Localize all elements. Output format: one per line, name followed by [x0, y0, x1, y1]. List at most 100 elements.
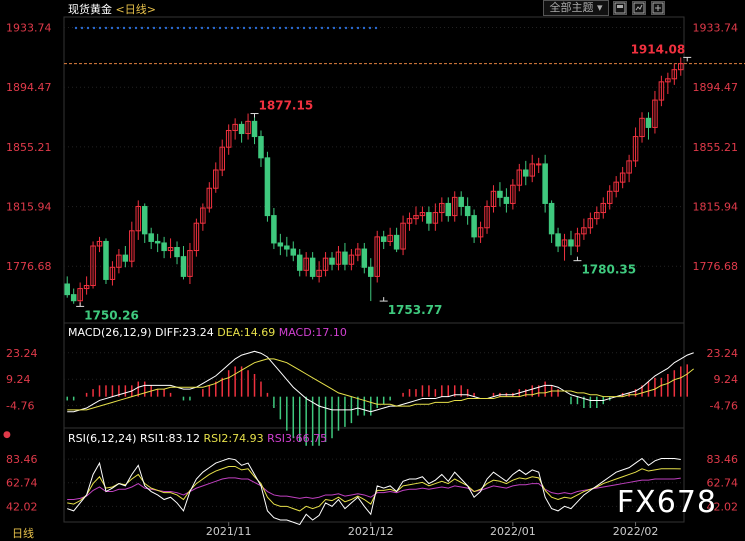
candle-down	[542, 163, 548, 204]
macd-axis-left-label: 23.24	[6, 347, 38, 360]
price-axis-left-label: 1815.94	[6, 201, 52, 214]
event-marker-dot	[152, 26, 156, 30]
candle-down	[393, 234, 400, 250]
panel-toggle-icon[interactable]	[613, 1, 627, 15]
candle-down	[368, 266, 374, 277]
event-marker-dot	[122, 26, 126, 30]
candle-down	[64, 283, 70, 296]
x-axis-label: 2021/11	[206, 525, 252, 538]
price-axis-left-label: 1855.21	[6, 141, 52, 154]
instrument-name: 现货黄金	[68, 3, 112, 16]
candle-down	[154, 240, 161, 244]
candle-down	[555, 233, 561, 247]
event-marker-dot	[368, 26, 372, 30]
candle-down	[277, 242, 284, 247]
event-marker-dot	[326, 26, 330, 30]
macd-legend: MACD(26,12,9) DIFF:23.24 DEA:14.69 MACD:…	[68, 326, 347, 339]
event-marker-dot	[296, 26, 300, 30]
candle-down	[70, 294, 77, 302]
candle-down	[271, 215, 277, 244]
rsi-name: RSI(6,12,24)	[68, 432, 137, 445]
macd-value: MACD:17.10	[278, 326, 347, 339]
candle-down	[471, 215, 477, 238]
candle-down	[122, 254, 129, 262]
event-marker-dot	[110, 26, 114, 30]
rsi1-line	[67, 457, 681, 526]
rsi-settings-icon[interactable]: ●	[3, 430, 11, 440]
rsi-axis-left-label: 42.02	[6, 500, 38, 513]
rsi2-line	[67, 465, 681, 512]
candle-down	[180, 256, 187, 277]
theme-select[interactable]: 全部主题 ▾	[543, 0, 609, 16]
candle-down	[161, 242, 167, 252]
candle-down	[464, 205, 471, 217]
macd-axis-right-label: 23.24	[707, 347, 739, 360]
candle-down	[251, 120, 258, 138]
event-marker-dot	[308, 26, 312, 30]
x-axis-label: 2021/12	[348, 525, 394, 538]
candle-down	[445, 202, 452, 217]
event-marker-dot	[104, 26, 108, 30]
event-marker-dot	[188, 26, 192, 30]
event-marker-dot	[176, 26, 180, 30]
rsi-legend: RSI(6,12,24) RSI1:83.12 RSI2:74.93 RSI3:…	[68, 432, 327, 445]
event-marker-dot	[338, 26, 342, 30]
chart-type-icon[interactable]	[651, 1, 665, 15]
macd-axis-right-label: -4.76	[710, 400, 738, 413]
event-marker-dot	[86, 26, 90, 30]
candle-down	[309, 257, 316, 277]
event-marker-dot	[194, 26, 198, 30]
candle-down	[238, 123, 245, 135]
candle-down	[329, 257, 335, 265]
event-marker-dot	[158, 26, 162, 30]
candle-down	[342, 251, 348, 265]
event-marker-dot	[134, 26, 138, 30]
footer-period-label[interactable]: 日线	[12, 525, 34, 541]
event-marker-dot	[230, 26, 234, 30]
chart-canvas[interactable]: 1933.74 1933.74 1894.47 1894.47 1855.21 1855.…	[0, 0, 745, 540]
event-marker-dot	[320, 26, 324, 30]
candle-down	[458, 196, 464, 207]
price-axis-right-label: 1855.21	[693, 141, 739, 154]
event-marker-dot	[254, 26, 258, 30]
event-marker-dot	[212, 26, 216, 30]
candle-up	[535, 163, 542, 166]
macd-dea: DEA:14.69	[217, 326, 276, 339]
candle-down	[645, 117, 652, 128]
candle-down	[290, 248, 297, 256]
event-marker-dot	[98, 26, 102, 30]
period-label[interactable]: <日线>	[116, 3, 156, 16]
extreme-label: 1753.77	[388, 303, 443, 317]
x-axis-label: 2022/01	[490, 525, 536, 538]
event-marker-dot	[278, 26, 282, 30]
event-marker-dot	[248, 26, 252, 30]
price-axis-right-label: 1815.94	[693, 201, 739, 214]
event-marker-dot	[170, 26, 174, 30]
x-axis-label: 2022/02	[613, 525, 659, 538]
indicator-toggle-icon[interactable]	[632, 1, 646, 15]
event-marker-dot	[164, 26, 168, 30]
event-marker-dot	[266, 26, 270, 30]
event-marker-dot	[242, 26, 246, 30]
event-marker-dot	[356, 26, 360, 30]
event-marker-dot	[218, 26, 222, 30]
event-marker-dot	[236, 26, 240, 30]
candle-down	[497, 190, 503, 198]
event-marker-dot	[116, 26, 120, 30]
macd-axis-left-label: -4.76	[6, 400, 34, 413]
chevron-down-icon: ▾	[596, 1, 603, 14]
event-marker-dot	[146, 26, 150, 30]
theme-select-label: 全部主题	[549, 1, 594, 14]
event-marker-dot	[224, 26, 228, 30]
event-marker-dot	[80, 26, 84, 30]
candle-down	[258, 136, 264, 159]
event-marker-dot	[200, 26, 204, 30]
price-axis-left-label: 1933.74	[6, 22, 52, 35]
extreme-label: 1780.35	[581, 263, 636, 277]
macd-dea-line	[67, 358, 694, 411]
event-marker-dot	[92, 26, 96, 30]
price-axis-left-label: 1776.68	[6, 260, 52, 273]
event-marker-dot	[290, 26, 294, 30]
price-axis-left-label: 1894.47	[6, 81, 52, 94]
candle-down	[264, 157, 271, 217]
